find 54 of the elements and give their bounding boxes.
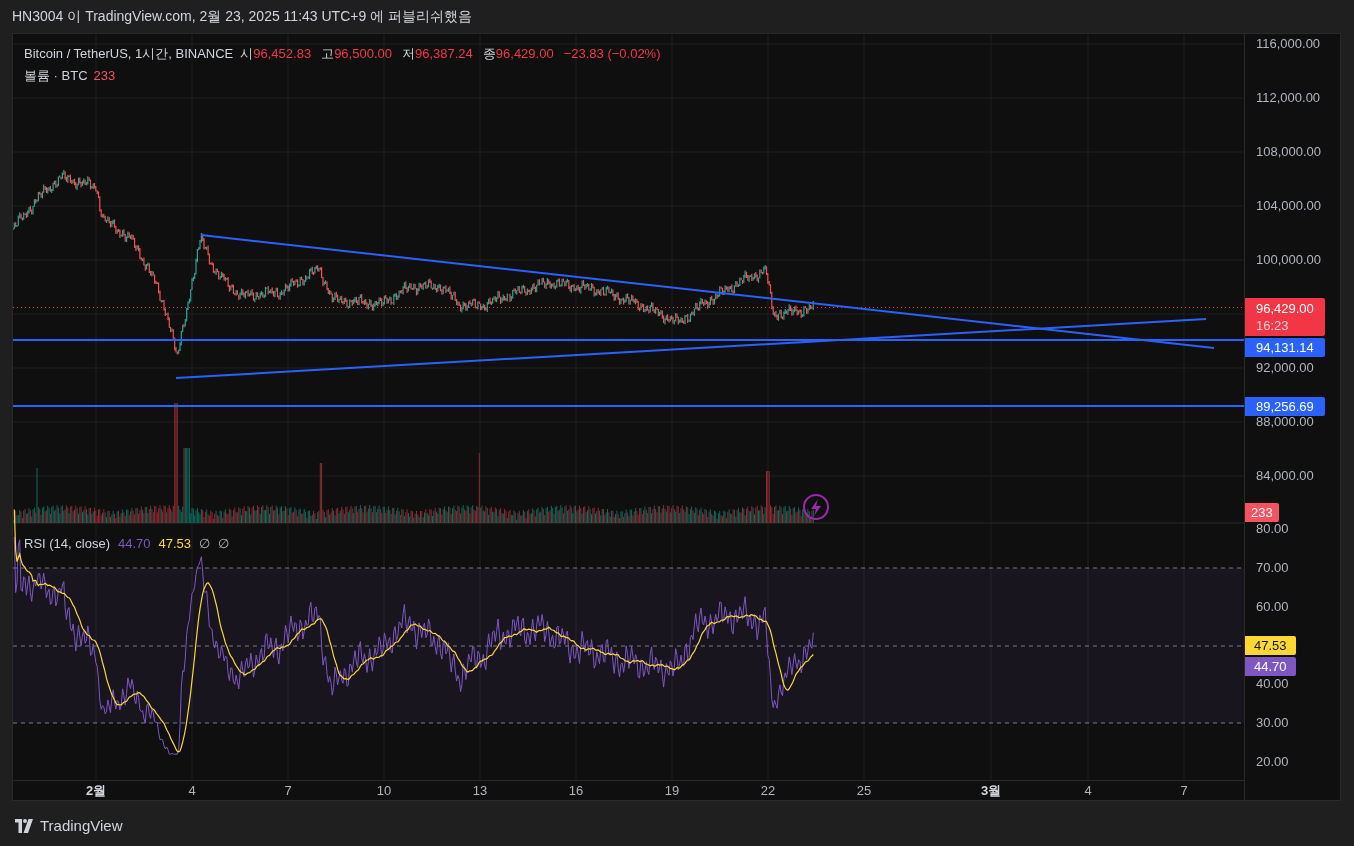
price-tick: 104,000.00	[1256, 198, 1322, 214]
date-tick: 7	[284, 782, 292, 800]
date-tick: 2월	[85, 782, 107, 800]
ohlc-label: 시	[240, 45, 254, 63]
price-tick: 88,000.00	[1256, 414, 1314, 430]
rsi-value-label: 47.53	[1245, 636, 1296, 655]
date-tick: 4	[1084, 782, 1092, 800]
indicator-title: RSI (14, close)	[24, 535, 110, 553]
rsi-tick: 70.00	[1256, 559, 1289, 576]
rsi-tick: 20.00	[1256, 753, 1289, 770]
date-tick: 25	[856, 782, 872, 800]
date-tick: 3월	[980, 782, 1002, 800]
volume-label: 볼륨 · BTC	[24, 66, 88, 85]
indicator-value: ∅	[218, 535, 230, 553]
price-tick: 92,000.00	[1256, 360, 1314, 376]
ohlc-label: 고	[321, 45, 335, 63]
indicator-value: 44.70	[118, 535, 151, 553]
volume-label-badge: 233	[1245, 503, 1279, 522]
date-tick: 10	[376, 782, 392, 800]
publish-info-text: HN3004 이 TradingView.com, 2월 23, 2025 11:43 UTC+9 에 퍼블리쉬했음	[12, 7, 472, 26]
rsi-tick: 80.00	[1256, 521, 1289, 537]
ohlc-value: 96,500.00	[334, 45, 392, 63]
date-tick: 22	[760, 782, 776, 800]
indicator-value: ∅	[199, 535, 211, 553]
lightning-icon[interactable]	[803, 494, 829, 520]
volume-value: 233	[93, 66, 116, 85]
price-tick: 84,000.00	[1256, 468, 1314, 484]
price-line-label: 89,256.69	[1245, 397, 1325, 416]
brand-name: TradingView	[40, 816, 123, 836]
ohlc-value: 96,452.83	[253, 45, 312, 63]
price-tick: 116,000.00	[1256, 36, 1321, 52]
logo-icon	[12, 819, 36, 834]
rsi-tick: 40.00	[1256, 676, 1289, 693]
date-tick: 19	[664, 782, 680, 800]
rsi-tick: 30.00	[1256, 715, 1289, 732]
indicator-value: 47.53	[158, 535, 192, 553]
price-tick: 100,000.00	[1256, 252, 1322, 268]
rsi-tick: 60.00	[1256, 598, 1289, 615]
ohlc-label: 종	[482, 45, 496, 63]
last-price-value: 96,429.00	[1256, 300, 1314, 317]
ohlc-value: 96,429.00	[495, 45, 554, 63]
countdown-text: 16:23	[1256, 317, 1290, 334]
price-tick: 108,000.00	[1256, 144, 1322, 160]
symbol-title: Bitcoin / TetherUS, 1시간, BINANCE	[24, 45, 234, 63]
rsi-value-label: 44.70	[1245, 657, 1296, 676]
ohlc-value: 96,387.24	[414, 45, 473, 63]
date-tick: 16	[568, 782, 584, 800]
price-change: −23.83 (−0.02%)	[563, 45, 661, 63]
price-line-label: 94,131.14	[1245, 338, 1325, 357]
date-tick: 7	[1180, 782, 1188, 800]
date-tick: 13	[472, 782, 488, 800]
ohlc-label: 저	[401, 45, 415, 63]
date-tick: 4	[188, 782, 196, 800]
price-tick: 112,000.00	[1256, 90, 1321, 106]
